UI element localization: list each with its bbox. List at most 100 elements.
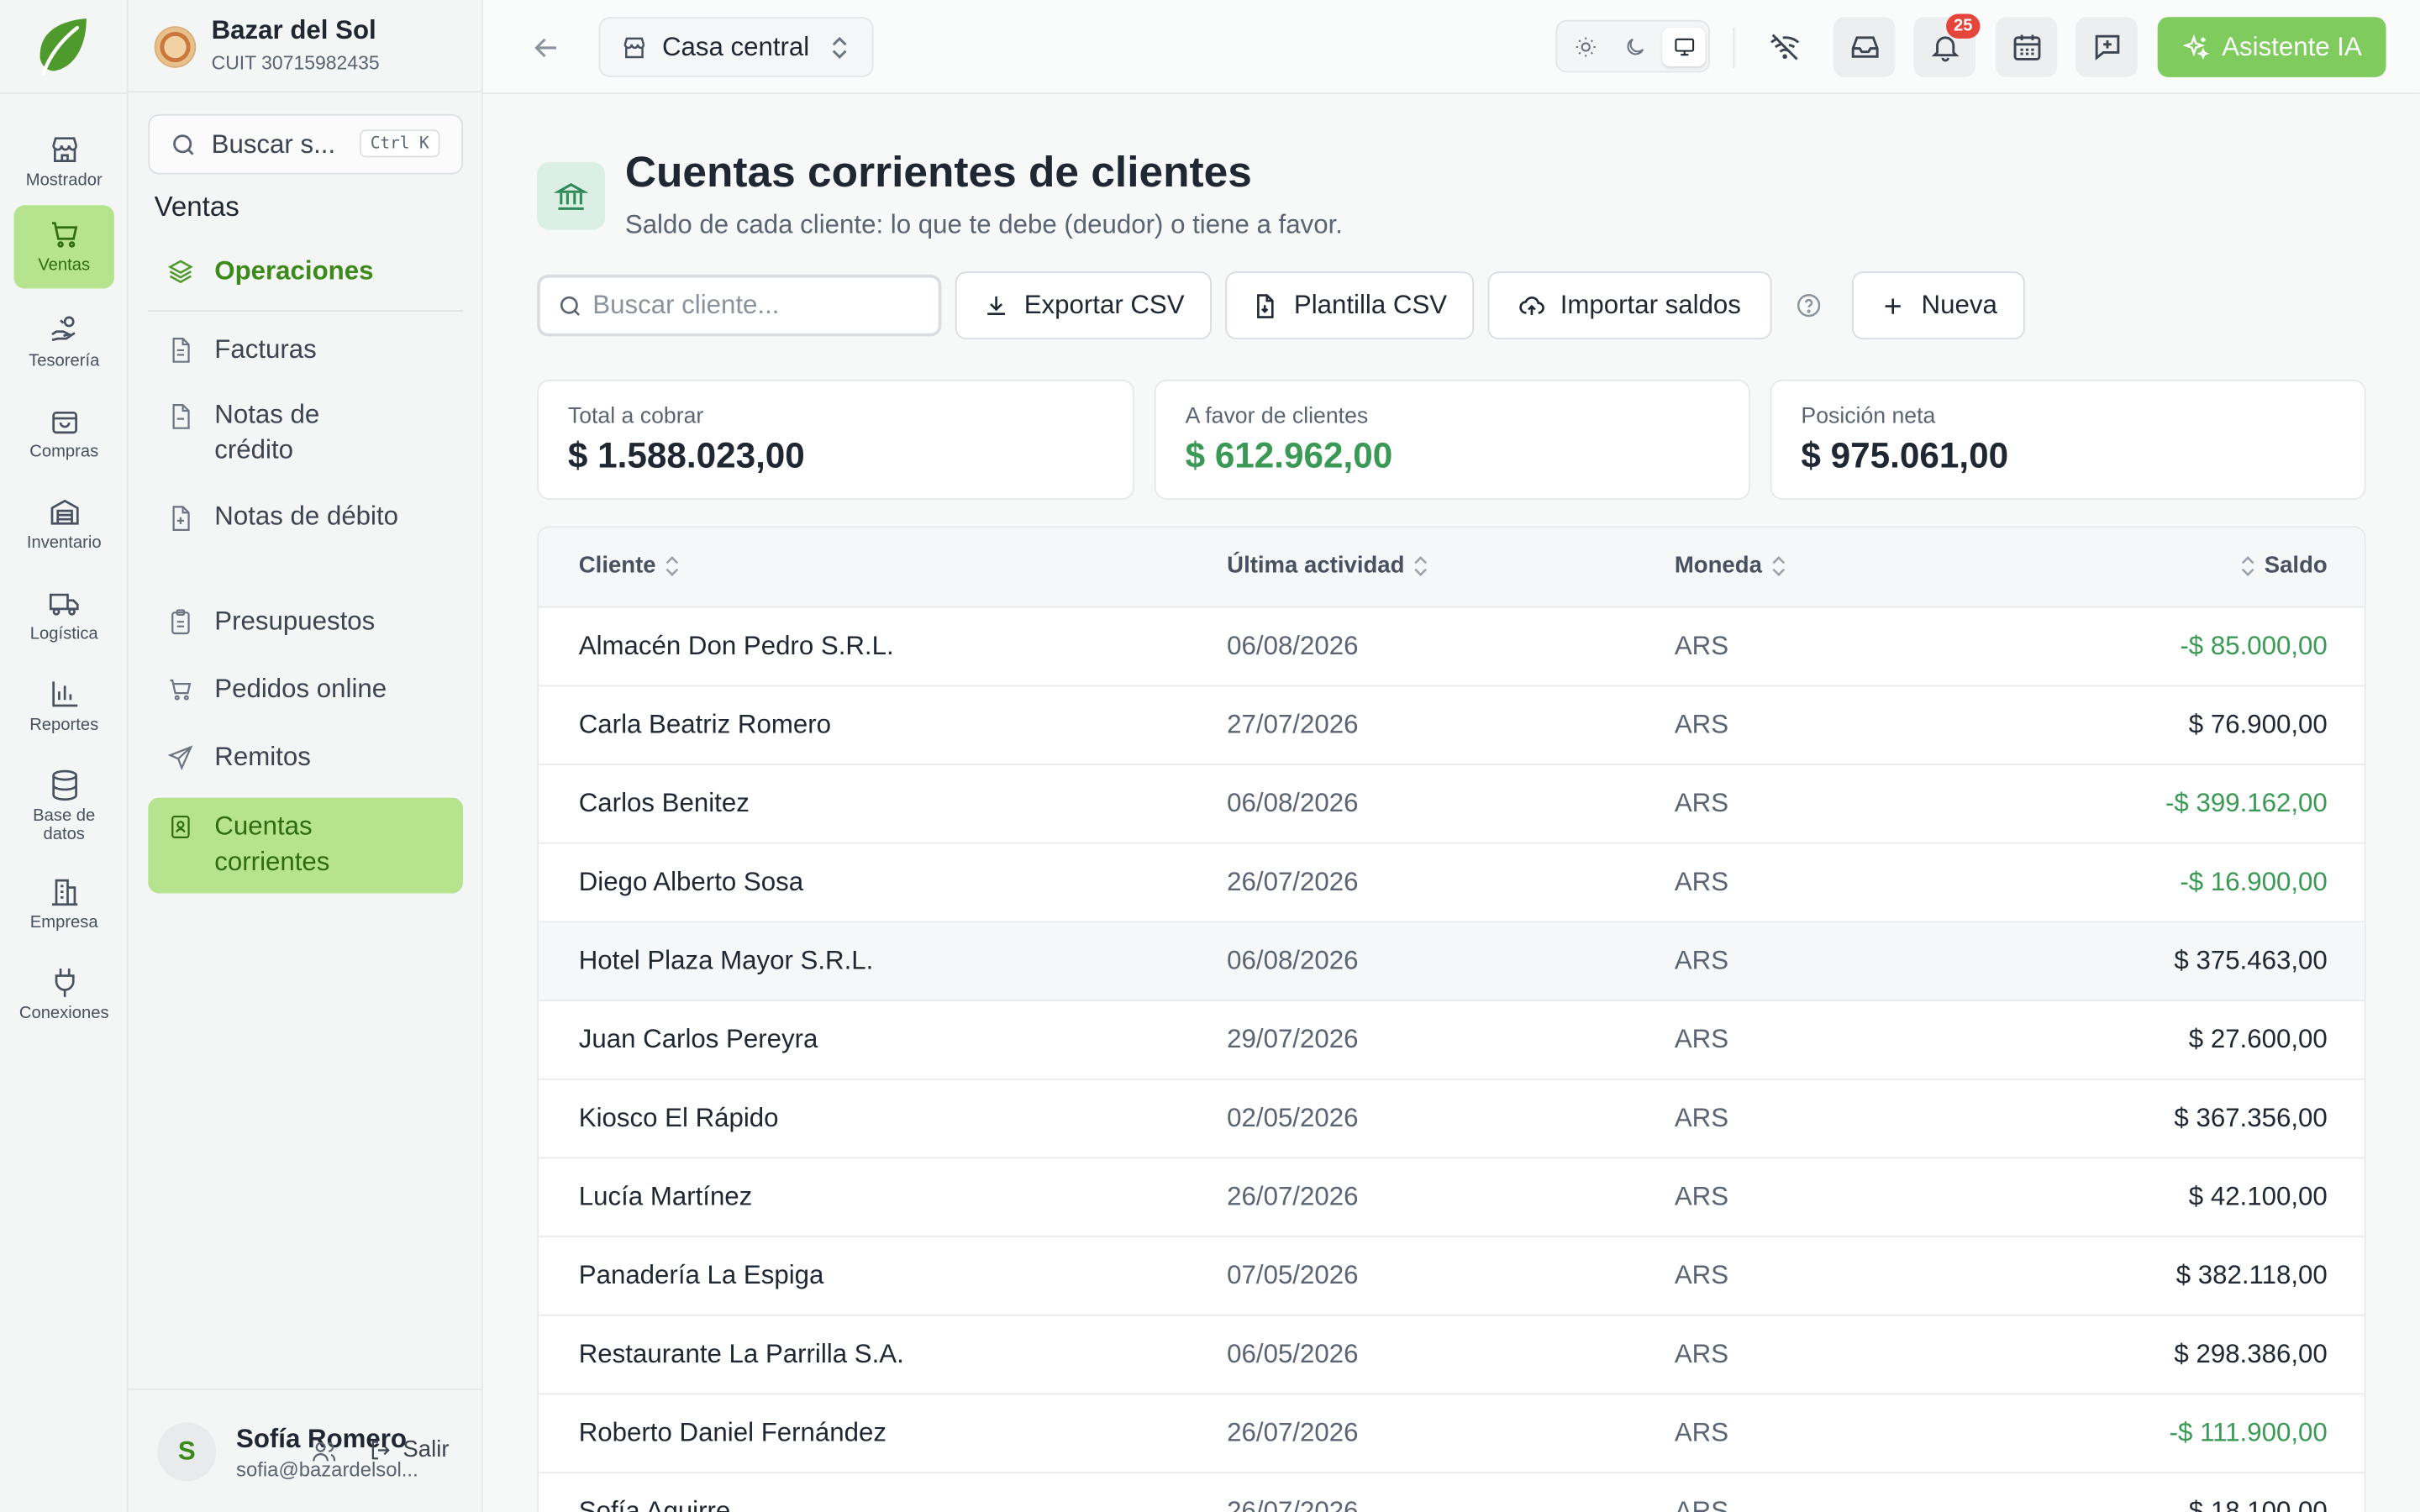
currency-cell: ARS (1674, 709, 1729, 739)
logout-label: Salir (402, 1436, 450, 1463)
table-row[interactable]: Carla Beatriz Romero 27/07/2026 ARS $ 76.90… (539, 686, 2365, 766)
theme-switcher (1555, 19, 1711, 73)
rail-item-base-de-datos[interactable]: Base de datos (14, 756, 114, 852)
layers-icon (167, 260, 193, 284)
theme-dark-button[interactable] (1612, 28, 1655, 66)
export-csv-button[interactable]: Exportar CSV (955, 271, 1212, 340)
table-row[interactable]: Diego Alberto Sosa 26/07/2026 ARS -$ 16.900… (539, 844, 2365, 923)
cart-icon (170, 679, 192, 701)
calendar-button[interactable] (1995, 17, 2058, 77)
sidebar-search[interactable]: Buscar s... Ctrl K (148, 113, 464, 175)
theme-light-button[interactable] (1564, 28, 1607, 66)
ai-assistant-button[interactable]: Asistente IA (2157, 17, 2386, 77)
table-row[interactable]: Kiosco El Rápido 02/05/2026 ARS $ 367.356,0… (539, 1080, 2365, 1159)
page-icon (537, 161, 605, 230)
export-csv-label: Exportar CSV (1023, 290, 1185, 320)
column-header-client[interactable]: Cliente (579, 553, 681, 579)
nav-item-remitos[interactable]: Remitos (148, 723, 463, 791)
currency-cell: ARS (1674, 1181, 1729, 1211)
column-header-currency[interactable]: Moneda (1675, 553, 1786, 579)
notifications-button[interactable]: 25 (1913, 13, 1981, 77)
branch-selector[interactable]: Casa central (598, 17, 874, 77)
nav-item-label: Remitos (214, 742, 311, 772)
client-cell: Diego Alberto Sosa (578, 867, 804, 897)
rail-item-mostrador[interactable]: Mostrador (14, 120, 114, 203)
arrow-left-icon[interactable] (529, 31, 563, 65)
theme-system-button[interactable] (1662, 28, 1706, 66)
table-row[interactable]: Carlos Benitez 06/08/2026 ARS -$ 399.162,00 (539, 765, 2365, 844)
calendar-icon (2012, 34, 2040, 60)
rail-item-inventario[interactable]: Inventario (14, 483, 114, 566)
import-balances-button[interactable]: Importar saldos (1487, 271, 1772, 340)
activity-date-cell: 06/08/2026 (1227, 788, 1359, 818)
balance-cell: $ 18.100,00 (2188, 1496, 2328, 1512)
sun-icon (1575, 37, 1595, 57)
avatar[interactable]: S (157, 1422, 217, 1482)
nav-item-pedidos-online[interactable]: Pedidos online (148, 656, 463, 724)
nav-item-notas-debito[interactable]: Notas de débito (148, 491, 463, 586)
summary-card-receivable: Total a cobrar $ 1.588.023,00 (537, 379, 1134, 501)
ai-assistant-label: Asistente IA (2222, 31, 2362, 61)
feedback-button[interactable] (2075, 17, 2138, 77)
template-csv-button[interactable]: Plantilla CSV (1225, 271, 1475, 340)
nav-item-label: Facturas (214, 334, 317, 365)
inbox-button[interactable] (1833, 17, 1896, 77)
nav-item-label: Pedidos online (214, 674, 387, 704)
client-cell: Juan Carlos Pereyra (578, 1024, 818, 1054)
store-icon (623, 37, 645, 59)
table-row[interactable]: Almacén Don Pedro S.R.L. 06/08/2026 ARS -$ … (539, 608, 2365, 687)
rail-item-logistica[interactable]: Logística (14, 574, 114, 657)
summary-label: A favor de clientes (1185, 404, 1369, 429)
sparkles-icon (2181, 33, 2209, 60)
rail-label: Ventas (38, 255, 91, 275)
rail-item-tesoreria[interactable]: Tesorería (14, 301, 114, 384)
message-plus-icon (2094, 34, 2119, 60)
client-cell: Restaurante La Parrilla S.A. (578, 1339, 904, 1369)
rail-item-conexiones[interactable]: Conexiones (14, 953, 114, 1037)
company-header[interactable]: Bazar del Sol CUIT 30715982435 (128, 0, 483, 93)
users-icon[interactable] (310, 1438, 338, 1466)
logout-button[interactable]: Salir (369, 1436, 450, 1462)
table-row[interactable]: Roberto Daniel Fernández 26/07/2026 ARS -$ … (539, 1394, 2365, 1474)
file-plus-icon (172, 506, 190, 532)
activity-date-cell: 06/08/2026 (1227, 631, 1359, 661)
rail-divider (0, 92, 129, 95)
offline-status-button[interactable] (1753, 17, 1814, 77)
nav-item-notas-credito[interactable]: Notas de crédito (148, 389, 463, 485)
nav-item-cuentas-corrientes[interactable]: Cuentas corrientes (148, 797, 464, 894)
balance-cell: -$ 111.900,00 (2169, 1417, 2328, 1447)
table-row[interactable]: Hotel Plaza Mayor S.R.L. 06/08/2026 ARS $ 3… (539, 922, 2365, 1002)
currency-cell: ARS (1674, 945, 1729, 975)
rail-label: Reportes (29, 716, 99, 735)
table-row[interactable]: Sofía Aguirre 26/07/2026 ARS $ 18.100,00 (539, 1473, 2365, 1512)
table-row[interactable]: Panadería La Espiga 07/05/2026 ARS $ 382.11… (539, 1237, 2365, 1316)
rail-item-ventas[interactable]: Ventas (13, 205, 114, 289)
client-search-input[interactable] (592, 290, 917, 322)
nav-item-presupuestos[interactable]: Presupuestos (148, 588, 463, 656)
help-circle-icon[interactable] (1795, 291, 1823, 319)
balance-cell: $ 27.600,00 (2188, 1024, 2328, 1054)
cart-icon (51, 222, 77, 248)
rail-item-reportes[interactable]: Reportes (14, 665, 114, 748)
nav-item-facturas[interactable]: Facturas (148, 317, 463, 385)
balance-cell: $ 76.900,00 (2188, 709, 2328, 739)
rail-item-empresa[interactable]: Empresa (14, 863, 114, 946)
rail-item-compras[interactable]: Compras (14, 392, 114, 475)
rail-label: Logística (29, 624, 98, 643)
table-row[interactable]: Restaurante La Parrilla S.A. 06/05/2026 AR… (539, 1316, 2365, 1395)
cloud-upload-icon (1519, 296, 1544, 315)
activity-date-cell: 26/07/2026 (1227, 867, 1359, 897)
activity-date-cell: 26/07/2026 (1227, 1496, 1359, 1512)
table-row[interactable]: Lucía Martínez 26/07/2026 ARS $ 42.100,00 (539, 1158, 2365, 1238)
table-row[interactable]: Juan Carlos Pereyra 29/07/2026 ARS $ 27.600… (539, 1001, 2365, 1080)
nav-item-operaciones[interactable]: Operaciones (148, 238, 463, 306)
balance-cell: $ 298.386,00 (2174, 1339, 2328, 1369)
column-header-activity[interactable]: Última actividad (1227, 553, 1429, 579)
leaf-logo-icon[interactable] (34, 15, 92, 76)
sidebar-search-placeholder: Buscar s... (211, 129, 336, 160)
company-cuit: CUIT 30715982435 (211, 52, 380, 75)
summary-label: Posición neta (1801, 404, 1936, 429)
new-button[interactable]: Nueva (1852, 271, 2025, 340)
rail-label: Mostrador (25, 171, 103, 190)
column-header-balance[interactable]: Saldo (2239, 553, 2328, 579)
